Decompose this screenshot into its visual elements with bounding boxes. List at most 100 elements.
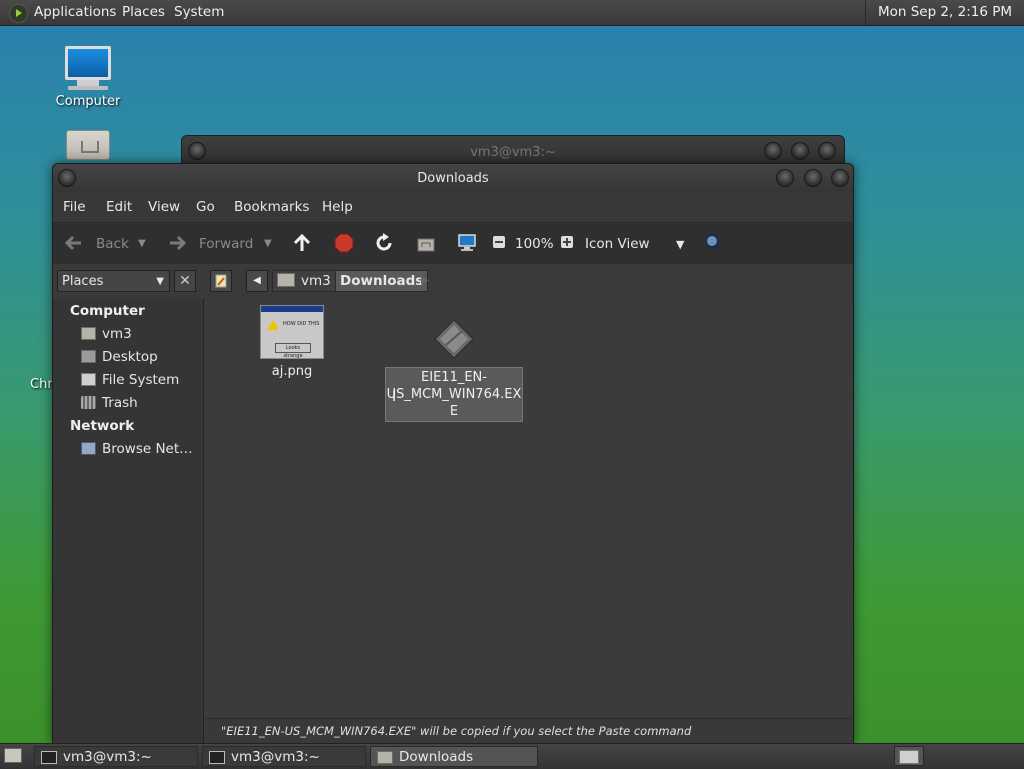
sidebar-item-label: vm3 — [102, 326, 132, 342]
desktop-icon-home[interactable] — [66, 130, 110, 164]
taskbar-item-label: vm3@vm3:~ — [231, 749, 320, 765]
taskbar-item-terminal-2[interactable]: vm3@vm3:~ — [202, 746, 366, 767]
thumbnail-button-text: Looks strange — [275, 343, 311, 359]
file-item-aj-png[interactable]: HOW DID THIS Looks strange aj.png — [257, 305, 327, 379]
menu-file[interactable]: File — [63, 199, 86, 215]
menu-go[interactable]: Go — [196, 199, 215, 215]
close-sidebar-button[interactable]: ✕ — [174, 270, 196, 292]
back-button[interactable]: Back — [96, 236, 129, 252]
menu-help[interactable]: Help — [322, 199, 353, 215]
sidebar-section-network: Network — [70, 418, 135, 434]
sidebar-item-trash[interactable]: Trash — [81, 393, 138, 413]
up-arrow-icon[interactable] — [292, 233, 312, 253]
desktop-icon-label: Computer — [55, 94, 121, 109]
zoom-level[interactable]: 100% — [515, 236, 554, 252]
text-cursor-icon: I — [392, 389, 397, 405]
sidebar-type-label: Places — [62, 274, 104, 289]
system-menu[interactable]: System — [174, 0, 224, 25]
view-mode-dropdown-icon[interactable]: ▼ — [676, 238, 684, 251]
bottom-panel: vm3@vm3:~ vm3@vm3:~ Downloads — [0, 743, 1024, 769]
path-scroll-right-button[interactable]: ▶ — [421, 275, 429, 286]
window-title: Downloads — [417, 171, 489, 186]
minimize-button[interactable] — [764, 142, 782, 160]
close-button[interactable] — [831, 169, 849, 187]
reload-icon[interactable] — [374, 233, 394, 253]
sidebar: Places ▼ ✕ Computer vm3 Desktop File Sys… — [53, 270, 204, 743]
toolbar: Back ▼ Forward ▼ 100% Icon View ▼ — [53, 222, 853, 265]
sidebar-item-label: Browse Net… — [102, 441, 193, 457]
places-menu[interactable]: Places — [122, 0, 165, 25]
file-view[interactable]: HOW DID THIS Looks strange aj.png EIE11_… — [205, 299, 852, 718]
show-desktop-icon[interactable] — [4, 748, 22, 763]
executable-icon — [434, 319, 474, 359]
workspace-thumbnail-icon — [899, 750, 919, 764]
file-name-line: EIE11_EN- — [421, 370, 487, 385]
sidebar-item-label: File System — [102, 372, 180, 388]
sidebar-item-file-system[interactable]: File System — [81, 370, 179, 390]
taskbar-item-terminal-1[interactable]: vm3@vm3:~ — [34, 746, 198, 767]
toggle-path-entry-button[interactable] — [210, 270, 232, 292]
forward-button[interactable]: Forward — [199, 236, 253, 252]
chevron-down-icon: ▼ — [156, 276, 164, 287]
file-name-line: US_MCM_WIN764.EX — [386, 387, 522, 402]
close-button[interactable] — [818, 142, 836, 160]
location-bar: ◀ vm3 Downloads ▶ — [53, 264, 853, 300]
file-manager-window: Downloads File Edit View Go Bookmarks He… — [52, 163, 854, 745]
applications-menu[interactable]: Applications — [34, 0, 116, 25]
forward-history-dropdown-icon[interactable]: ▼ — [264, 238, 272, 249]
path-scroll-left-button[interactable]: ◀ — [246, 270, 268, 292]
sidebar-type-select[interactable]: Places ▼ — [57, 270, 170, 292]
sidebar-item-desktop[interactable]: Desktop — [81, 347, 158, 367]
top-panel: Applications Places System Mon Sep 2, 2:… — [0, 0, 1024, 26]
distro-logo-icon[interactable] — [9, 4, 28, 23]
crumb-downloads[interactable]: Downloads — [335, 270, 429, 292]
file-name: aj.png — [271, 364, 313, 379]
sidebar-item-label: Trash — [102, 395, 138, 411]
folder-icon — [377, 751, 393, 764]
desktop-folder-icon — [81, 350, 96, 363]
network-icon — [81, 442, 96, 455]
image-thumbnail: HOW DID THIS Looks strange — [260, 305, 324, 359]
desktop-icon-computer[interactable]: Computer — [52, 46, 124, 109]
status-bar: "EIE11_EN-US_MCM_WIN764.EXE" will be cop… — [205, 718, 852, 743]
menu-edit[interactable]: Edit — [106, 199, 132, 215]
warning-icon — [267, 320, 279, 330]
home-icon[interactable] — [416, 233, 436, 253]
computer-icon — [65, 46, 111, 80]
sidebar-item-browse-network[interactable]: Browse Net… — [81, 439, 193, 459]
taskbar-item-label: Downloads — [399, 749, 474, 765]
drive-icon — [81, 373, 96, 386]
workspace-switcher[interactable] — [894, 746, 924, 766]
file-name-line: E — [449, 404, 459, 419]
sidebar-item-vm3[interactable]: vm3 — [81, 324, 132, 344]
menu-view[interactable]: View — [148, 199, 180, 215]
sidebar-section-computer: Computer — [70, 303, 145, 319]
maximize-button[interactable] — [791, 142, 809, 160]
taskbar-item-label: vm3@vm3:~ — [63, 749, 152, 765]
file-item-exe-selected[interactable]: EIE11_EN- US_MCM_WIN764.EX E I — [385, 317, 523, 422]
taskbar-item-downloads[interactable]: Downloads — [370, 746, 538, 767]
view-mode-select[interactable]: Icon View — [585, 236, 650, 252]
forward-arrow-icon[interactable] — [167, 233, 187, 253]
minimize-button[interactable] — [776, 169, 794, 187]
home-icon — [277, 273, 295, 287]
back-arrow-icon[interactable] — [64, 233, 84, 253]
zoom-out-icon[interactable] — [493, 236, 505, 248]
back-history-dropdown-icon[interactable]: ▼ — [138, 238, 146, 249]
sidebar-item-label: Desktop — [102, 349, 158, 365]
titlebar[interactable]: Downloads — [53, 164, 853, 192]
pencil-icon — [215, 274, 227, 288]
zoom-in-icon[interactable] — [561, 236, 573, 248]
crumb-vm3[interactable]: vm3 — [272, 270, 338, 292]
crumb-label: vm3 — [301, 273, 331, 289]
window-title: vm3@vm3:~ — [470, 145, 556, 160]
computer-icon[interactable] — [457, 233, 477, 253]
search-icon[interactable] — [704, 233, 724, 253]
terminal-icon — [209, 751, 225, 764]
menubar: File Edit View Go Bookmarks Help — [53, 192, 853, 222]
maximize-button[interactable] — [804, 169, 822, 187]
clock[interactable]: Mon Sep 2, 2:16 PM — [864, 0, 1024, 25]
menu-bookmarks[interactable]: Bookmarks — [234, 199, 309, 215]
home-folder-icon — [66, 130, 110, 160]
stop-icon[interactable] — [334, 233, 354, 253]
